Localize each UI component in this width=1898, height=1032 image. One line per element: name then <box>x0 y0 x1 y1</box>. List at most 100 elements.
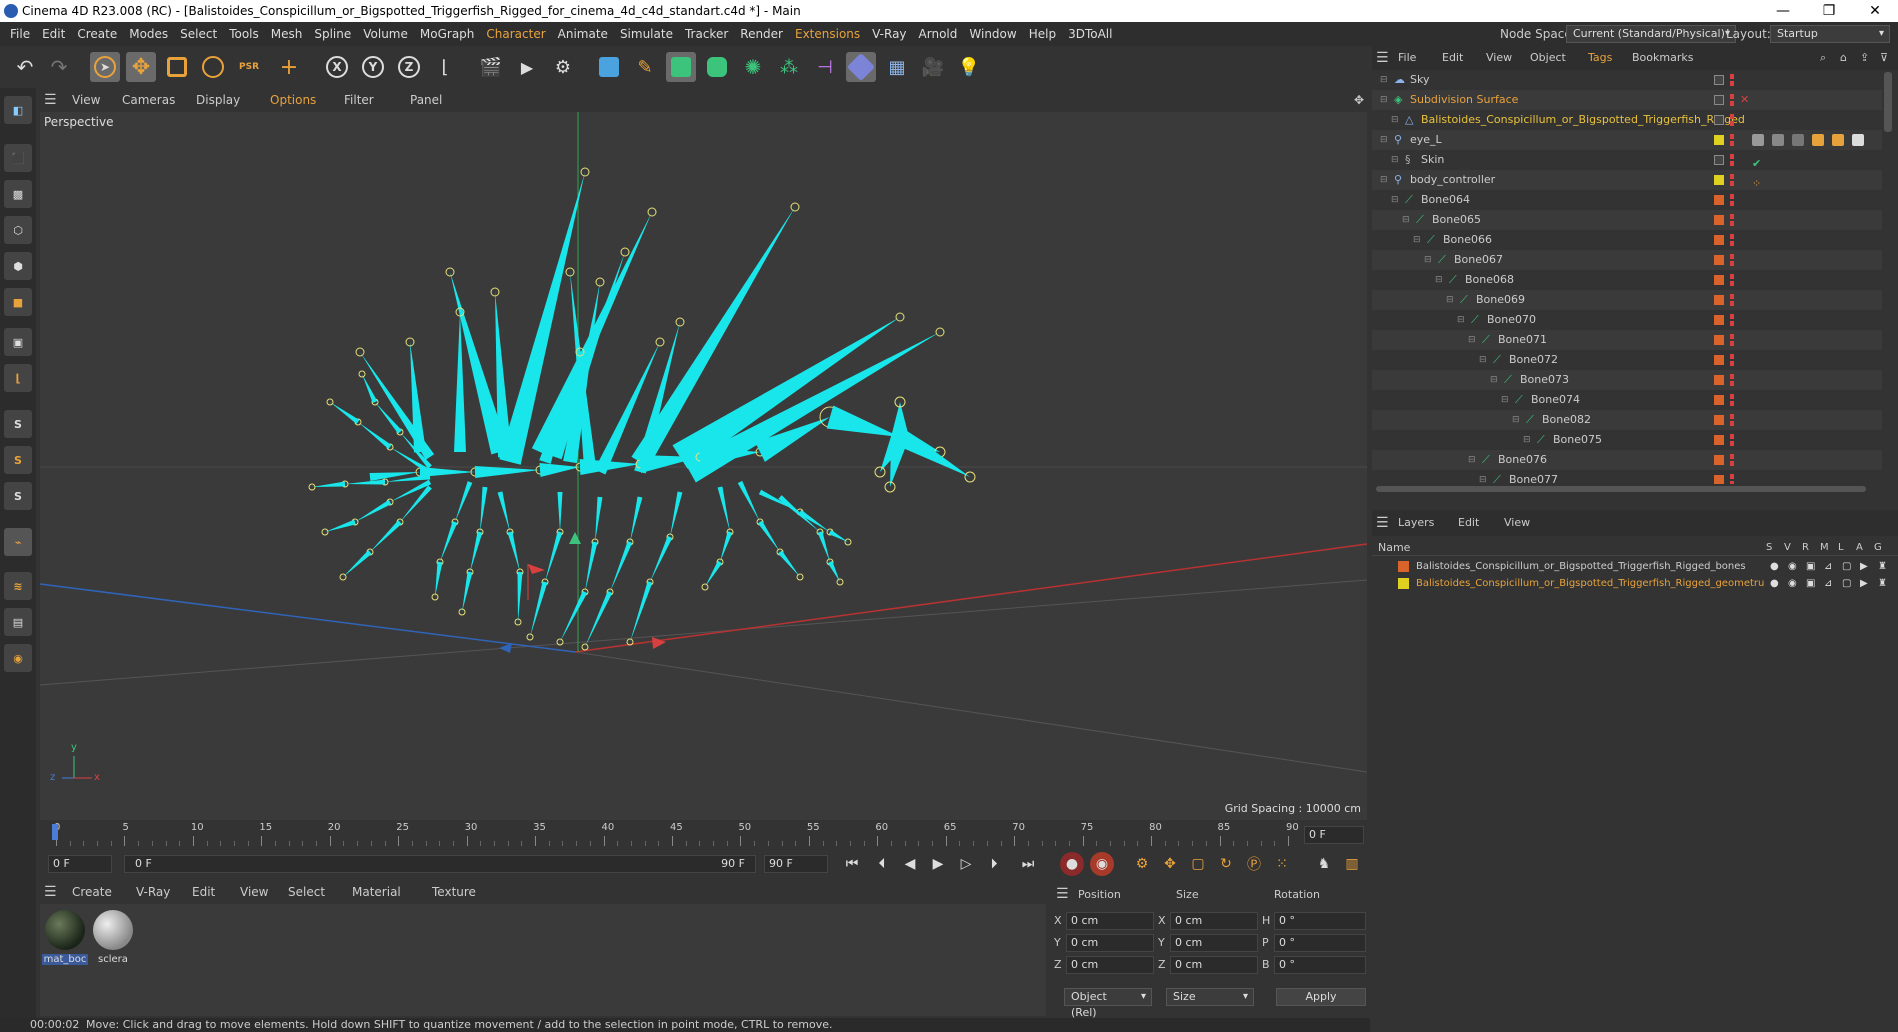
layer-flag-icon[interactable]: ▢ <box>1842 558 1851 575</box>
camera-button[interactable]: 🎥 <box>918 52 948 82</box>
layer-color-swatch[interactable] <box>1714 315 1724 325</box>
menu-window[interactable]: Window <box>963 22 1022 46</box>
menu-select[interactable]: Select <box>174 22 223 46</box>
object-tag-icon[interactable] <box>1792 134 1804 146</box>
layer-flag-icon[interactable]: ▣ <box>1806 558 1815 575</box>
visibility-dots-icon[interactable] <box>1730 354 1734 366</box>
layout-dropdown[interactable]: Startup <box>1770 25 1890 43</box>
material-menu-create[interactable]: Create <box>72 880 112 904</box>
undo-button[interactable]: ↶ <box>10 52 40 82</box>
size-mode-dropdown[interactable]: Size <box>1166 988 1254 1006</box>
layer-color-swatch[interactable] <box>1714 255 1724 265</box>
key-pla-button[interactable]: ⁙ <box>1270 852 1294 876</box>
uv-mode-button[interactable]: ▣ <box>4 328 32 356</box>
expand-toggle-icon[interactable]: ⊟ <box>1424 250 1432 270</box>
layer-hamburger-icon[interactable]: ☰ <box>1376 510 1389 536</box>
object-tag-icon[interactable] <box>1832 134 1844 146</box>
lock-workplane-button[interactable]: ▤ <box>4 608 32 636</box>
start-frame-field[interactable]: 0 F <box>48 855 112 873</box>
move-tool-button[interactable]: ✥ <box>126 52 156 82</box>
menu-animate[interactable]: Animate <box>552 22 614 46</box>
viewport-menu-options[interactable]: Options <box>270 88 316 112</box>
layer-color-swatch[interactable] <box>1714 395 1724 405</box>
layer-menu-edit[interactable]: Edit <box>1458 510 1479 536</box>
menu-character[interactable]: Character <box>480 22 551 46</box>
minimize-button[interactable]: — <box>1760 0 1806 22</box>
points-mode-button[interactable]: ⬡ <box>4 216 32 244</box>
layer-menu-view[interactable]: View <box>1504 510 1530 536</box>
snap-button[interactable]: S <box>4 410 32 438</box>
object-row[interactable]: ⊟ ⟋ Bone065 <box>1372 210 1882 230</box>
expand-toggle-icon[interactable]: ⊟ <box>1380 130 1388 150</box>
visibility-dots-icon[interactable] <box>1730 174 1734 186</box>
size-field[interactable]: 0 cm <box>1170 934 1258 952</box>
visibility-dots-icon[interactable] <box>1730 314 1734 326</box>
rotation-field[interactable]: 0 ° <box>1274 934 1366 952</box>
layer-color-swatch[interactable] <box>1714 235 1724 245</box>
maximize-button[interactable]: ❐ <box>1806 0 1852 22</box>
object-menu-tags[interactable]: Tags <box>1588 46 1612 70</box>
menu-tracker[interactable]: Tracker <box>679 22 734 46</box>
object-row[interactable]: ⊟ ⟋ Bone069 <box>1372 290 1882 310</box>
filter-icon[interactable]: ⊽ <box>1880 46 1888 70</box>
expand-toggle-icon[interactable]: ⊟ <box>1435 270 1443 290</box>
expand-toggle-icon[interactable]: ⊟ <box>1512 410 1520 430</box>
object-tag-icon[interactable] <box>1752 134 1764 146</box>
cloner-button[interactable] <box>702 52 732 82</box>
material-hamburger-icon[interactable]: ☰ <box>44 880 57 904</box>
object-hamburger-icon[interactable]: ☰ <box>1376 46 1389 70</box>
object-scrollbar-h[interactable] <box>1376 486 1866 492</box>
layer-color-swatch[interactable] <box>1714 475 1724 484</box>
rotation-field[interactable]: 0 ° <box>1274 956 1366 974</box>
apply-button[interactable]: Apply <box>1276 988 1366 1006</box>
object-menu-view[interactable]: View <box>1486 46 1512 70</box>
floor-button[interactable]: ▦ <box>882 52 912 82</box>
object-menu-object[interactable]: Object <box>1530 46 1566 70</box>
z-axis-button[interactable]: Z <box>394 52 424 82</box>
render-settings-button[interactable]: ⚙ <box>548 52 578 82</box>
layer-flag-icon[interactable]: ♜ <box>1878 575 1887 592</box>
object-row[interactable]: ⊟ ⟋ Bone072 <box>1372 350 1882 370</box>
keyframe-selection-button[interactable]: ⚙ <box>1130 852 1154 876</box>
visibility-dots-icon[interactable] <box>1730 434 1734 446</box>
last-tool-button[interactable]: + <box>274 52 304 82</box>
axis-mode-button[interactable]: ⌊ <box>4 364 32 392</box>
layer-flag-icon[interactable]: ▶ <box>1860 575 1868 592</box>
visibility-dots-icon[interactable] <box>1730 374 1734 386</box>
visibility-dots-icon[interactable] <box>1730 194 1734 206</box>
layer-empty-swatch[interactable] <box>1714 155 1724 165</box>
layer-flag-icon[interactable]: ▶ <box>1860 558 1868 575</box>
menu-volume[interactable]: Volume <box>357 22 414 46</box>
visibility-dots-icon[interactable] <box>1730 214 1734 226</box>
layer-flag-icon[interactable]: ▣ <box>1806 575 1815 592</box>
object-tree[interactable]: ⊟ ☁ Sky ⊟ ◈ Subdivision Surface ✕ ⊟ △ Balistoides… <box>1372 70 1882 484</box>
menu-tools[interactable]: Tools <box>223 22 265 46</box>
prev-key-button[interactable]: ⏴ <box>870 852 894 876</box>
visibility-dots-icon[interactable] <box>1730 454 1734 466</box>
layer-color-swatch[interactable] <box>1714 135 1724 145</box>
expand-toggle-icon[interactable]: ⊟ <box>1457 310 1465 330</box>
deformer-button[interactable]: ⊣ <box>810 52 840 82</box>
object-row[interactable]: ⊟ ◈ Subdivision Surface ✕ <box>1372 90 1882 110</box>
mograph-button[interactable]: ⁂ <box>774 52 804 82</box>
material-menu-view[interactable]: View <box>240 880 268 904</box>
layer-flag-icon[interactable]: ▢ <box>1842 575 1851 592</box>
timeline-button[interactable]: ▥ <box>1340 852 1364 876</box>
prev-frame-button[interactable]: ◀ <box>898 852 922 876</box>
layer-empty-swatch[interactable] <box>1714 115 1724 125</box>
object-tag-icon[interactable] <box>1812 134 1824 146</box>
object-row[interactable]: ⊟ ⟋ Bone064 <box>1372 190 1882 210</box>
layer-row[interactable]: Balistoides_Conspicillum_or_Bigspotted_T… <box>1372 575 1898 592</box>
material-menu-select[interactable]: Select <box>288 880 325 904</box>
object-row[interactable]: ⊟ § Skin ✔ <box>1372 150 1882 170</box>
visibility-dots-icon[interactable] <box>1730 274 1734 286</box>
object-row[interactable]: ⊟ ⟋ Bone073 <box>1372 370 1882 390</box>
visibility-dots-icon[interactable] <box>1730 94 1734 106</box>
visibility-dots-icon[interactable] <box>1730 114 1734 126</box>
record-button[interactable]: ● <box>1060 852 1084 876</box>
menu-simulate[interactable]: Simulate <box>614 22 679 46</box>
position-field[interactable]: 0 cm <box>1066 912 1154 930</box>
visibility-dots-icon[interactable] <box>1730 154 1734 166</box>
viewport-menu-cameras[interactable]: Cameras <box>122 88 175 112</box>
object-row[interactable]: ⊟ ⟋ Bone071 <box>1372 330 1882 350</box>
